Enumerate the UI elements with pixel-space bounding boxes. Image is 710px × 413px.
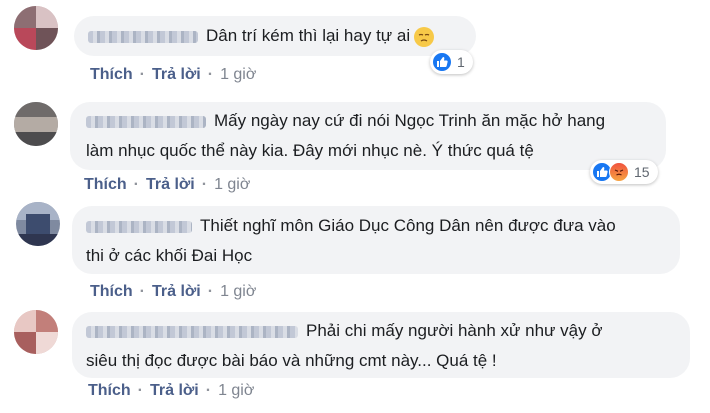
angry-icon — [609, 162, 629, 182]
reaction-summary[interactable]: 15 — [590, 160, 658, 184]
comment-text: Dân trí kém thì lại hay tự ai — [206, 26, 411, 45]
comment-bubble: Dân trí kém thì lại hay tự ai — [74, 16, 476, 56]
separator: · — [139, 283, 145, 300]
author-name[interactable] — [88, 30, 198, 43]
comment-text: Thiết nghĩ môn Giáo Dục Công Dân nên đượ… — [200, 216, 616, 235]
like-link[interactable]: Thích — [84, 176, 127, 193]
like-link[interactable]: Thích — [90, 283, 133, 300]
reply-link[interactable]: Trả lời — [152, 66, 201, 83]
reaction-count: 15 — [634, 164, 650, 180]
timestamp[interactable]: 1 giờ — [214, 176, 250, 193]
like-link[interactable]: Thích — [90, 66, 133, 83]
like-icon — [432, 52, 452, 72]
separator: · — [207, 66, 214, 83]
comment-text: siêu thị đọc được bài báo và những cmt n… — [86, 351, 497, 370]
separator: · — [133, 176, 139, 193]
avatar[interactable] — [14, 6, 58, 50]
comment-actions: Thích · Trả lời · 1 giờ — [88, 382, 254, 400]
comment-text: Mấy ngày nay cứ đi nói Ngọc Trinh ăn mặc… — [214, 111, 606, 130]
pensive-emoji — [414, 26, 435, 47]
timestamp[interactable]: 1 giờ — [220, 66, 256, 83]
reply-link[interactable]: Trả lời — [152, 283, 201, 300]
comment-actions: Thích · Trả lời · 1 giờ — [90, 66, 256, 84]
separator: · — [137, 382, 143, 399]
reply-link[interactable]: Trả lời — [146, 176, 195, 193]
author-name[interactable] — [86, 325, 298, 338]
comment-bubble: Thiết nghĩ môn Giáo Dục Công Dân nên đượ… — [72, 206, 680, 274]
reply-link[interactable]: Trả lời — [150, 382, 199, 399]
author-name[interactable] — [86, 220, 192, 233]
timestamp[interactable]: 1 giờ — [218, 382, 254, 399]
comment-text: thi ở các khối Đai Học — [86, 246, 253, 265]
comment-text: làm nhục quốc thể này kia. Đây mới nhục … — [86, 141, 534, 160]
comment-actions: Thích · Trả lời · 1 giờ — [90, 283, 256, 301]
comment-text: Phải chi mấy người hành xử như vậy ở — [306, 321, 603, 340]
avatar[interactable] — [14, 102, 58, 146]
comment-actions: Thích · Trả lời · 1 giờ — [84, 176, 250, 194]
avatar[interactable] — [14, 310, 58, 354]
reaction-count: 1 — [457, 54, 465, 70]
like-link[interactable]: Thích — [88, 382, 131, 399]
separator: · — [205, 382, 212, 399]
author-name[interactable] — [86, 115, 206, 128]
reaction-summary[interactable]: 1 — [430, 50, 473, 74]
comment-bubble: Phải chi mấy người hành xử như vậy ở siê… — [72, 312, 690, 378]
separator: · — [201, 176, 208, 193]
separator: · — [207, 283, 214, 300]
avatar[interactable] — [16, 202, 60, 246]
comment-bubble: Mấy ngày nay cứ đi nói Ngọc Trinh ăn mặc… — [70, 102, 666, 170]
separator: · — [139, 66, 145, 83]
timestamp[interactable]: 1 giờ — [220, 283, 256, 300]
